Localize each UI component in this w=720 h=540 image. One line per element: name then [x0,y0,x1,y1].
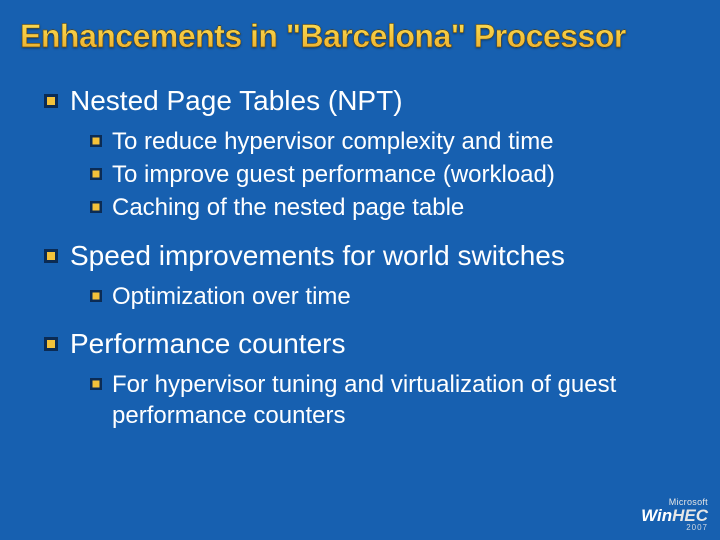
bullet-text: Optimization over time [112,281,351,312]
sub-bullets: Optimization over time [44,281,690,312]
bullet-level1: Performance counters [44,326,690,361]
logo-year: 2007 [641,524,708,532]
bullet-text: For hypervisor tuning and virtualization… [112,369,690,431]
bullet-icon [90,201,102,213]
bullet-level2: Caching of the nested page table [90,192,690,223]
bullet-icon [90,135,102,147]
bullet-text: Speed improvements for world switches [70,238,565,273]
bullet-icon [44,249,58,263]
slide-title: Enhancements in "Barcelona" Processor [0,0,720,63]
bullet-icon [44,337,58,351]
bullet-icon [90,378,102,390]
sub-bullets: To reduce hypervisor complexity and time… [44,126,690,224]
bullet-level1: Nested Page Tables (NPT) [44,83,690,118]
bullet-text: Performance counters [70,326,345,361]
bullet-level2: To improve guest performance (workload) [90,159,690,190]
sub-bullets: For hypervisor tuning and virtualization… [44,369,690,431]
winhec-logo: Microsoft WinHEC 2007 [641,498,708,532]
bullet-level1: Speed improvements for world switches [44,238,690,273]
bullet-text: To reduce hypervisor complexity and time [112,126,554,157]
bullet-icon [90,168,102,180]
bullet-level2: Optimization over time [90,281,690,312]
bullet-text: Nested Page Tables (NPT) [70,83,403,118]
bullet-level2: For hypervisor tuning and virtualization… [90,369,690,431]
bullet-text: Caching of the nested page table [112,192,464,223]
bullet-text: To improve guest performance (workload) [112,159,555,190]
bullet-level2: To reduce hypervisor complexity and time [90,126,690,157]
logo-winhec: WinHEC [641,507,708,524]
bullet-icon [44,94,58,108]
bullet-icon [90,290,102,302]
slide-content: Nested Page Tables (NPT) To reduce hyper… [0,63,720,431]
